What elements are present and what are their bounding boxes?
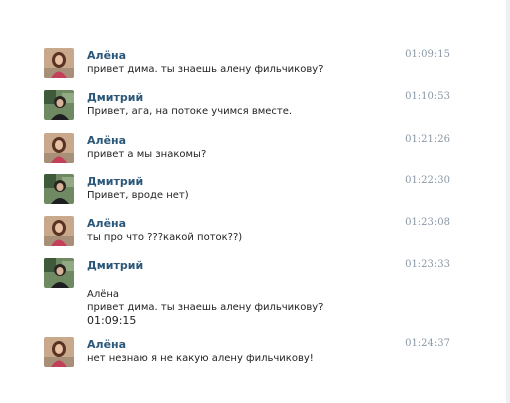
message-time: 01:23:08 bbox=[405, 217, 450, 228]
alena-avatar-icon[interactable] bbox=[44, 337, 74, 367]
dmitry-avatar-icon[interactable] bbox=[44, 90, 74, 120]
message-time: 01:10:53 bbox=[405, 91, 450, 102]
message-history: Алёна 01:09:15 привет дима. ты знаешь ал… bbox=[0, 0, 510, 403]
forwarded-author: Алёна bbox=[87, 289, 120, 300]
forwarded-message: Алёна привет дима. ты знаешь алену фильч… bbox=[87, 288, 323, 327]
message-text: Привет, вроде нет) bbox=[87, 190, 189, 201]
message-time: 01:21:26 bbox=[405, 134, 450, 145]
author-name[interactable]: Дмитрий bbox=[87, 175, 143, 188]
author-name[interactable]: Алёна bbox=[87, 338, 126, 351]
forwarded-time: 01:09:15 bbox=[87, 314, 137, 327]
author-name[interactable]: Дмитрий bbox=[87, 91, 143, 104]
author-name[interactable]: Алёна bbox=[87, 49, 126, 62]
message-text: Привет, ага, на потоке учимся вместе. bbox=[87, 106, 293, 117]
alena-avatar-icon[interactable] bbox=[44, 133, 74, 163]
alena-avatar-icon[interactable] bbox=[44, 48, 74, 78]
author-name[interactable]: Алёна bbox=[87, 217, 126, 230]
message-time: 01:23:33 bbox=[405, 259, 450, 270]
author-name[interactable]: Дмитрий bbox=[87, 259, 143, 272]
alena-avatar-icon[interactable] bbox=[44, 216, 74, 246]
forwarded-text: привет дима. ты знаешь алену фильчикову? bbox=[87, 302, 324, 313]
message-text: нет незнаю я не какую алену фильчикову! bbox=[87, 353, 314, 364]
message-text: привет дима. ты знаешь алену фильчикову? bbox=[87, 64, 324, 75]
dmitry-avatar-icon[interactable] bbox=[44, 258, 74, 288]
message-text: ты про что ???какой поток??) bbox=[87, 232, 243, 243]
dmitry-avatar-icon[interactable] bbox=[44, 174, 74, 204]
message-time: 01:09:15 bbox=[405, 49, 450, 60]
message-text: привет а мы знакомы? bbox=[87, 149, 207, 160]
author-name[interactable]: Алёна bbox=[87, 134, 126, 147]
scrollbar-edge bbox=[506, 0, 510, 403]
message-time: 01:22:30 bbox=[405, 175, 450, 186]
message-time: 01:24:37 bbox=[405, 338, 450, 349]
